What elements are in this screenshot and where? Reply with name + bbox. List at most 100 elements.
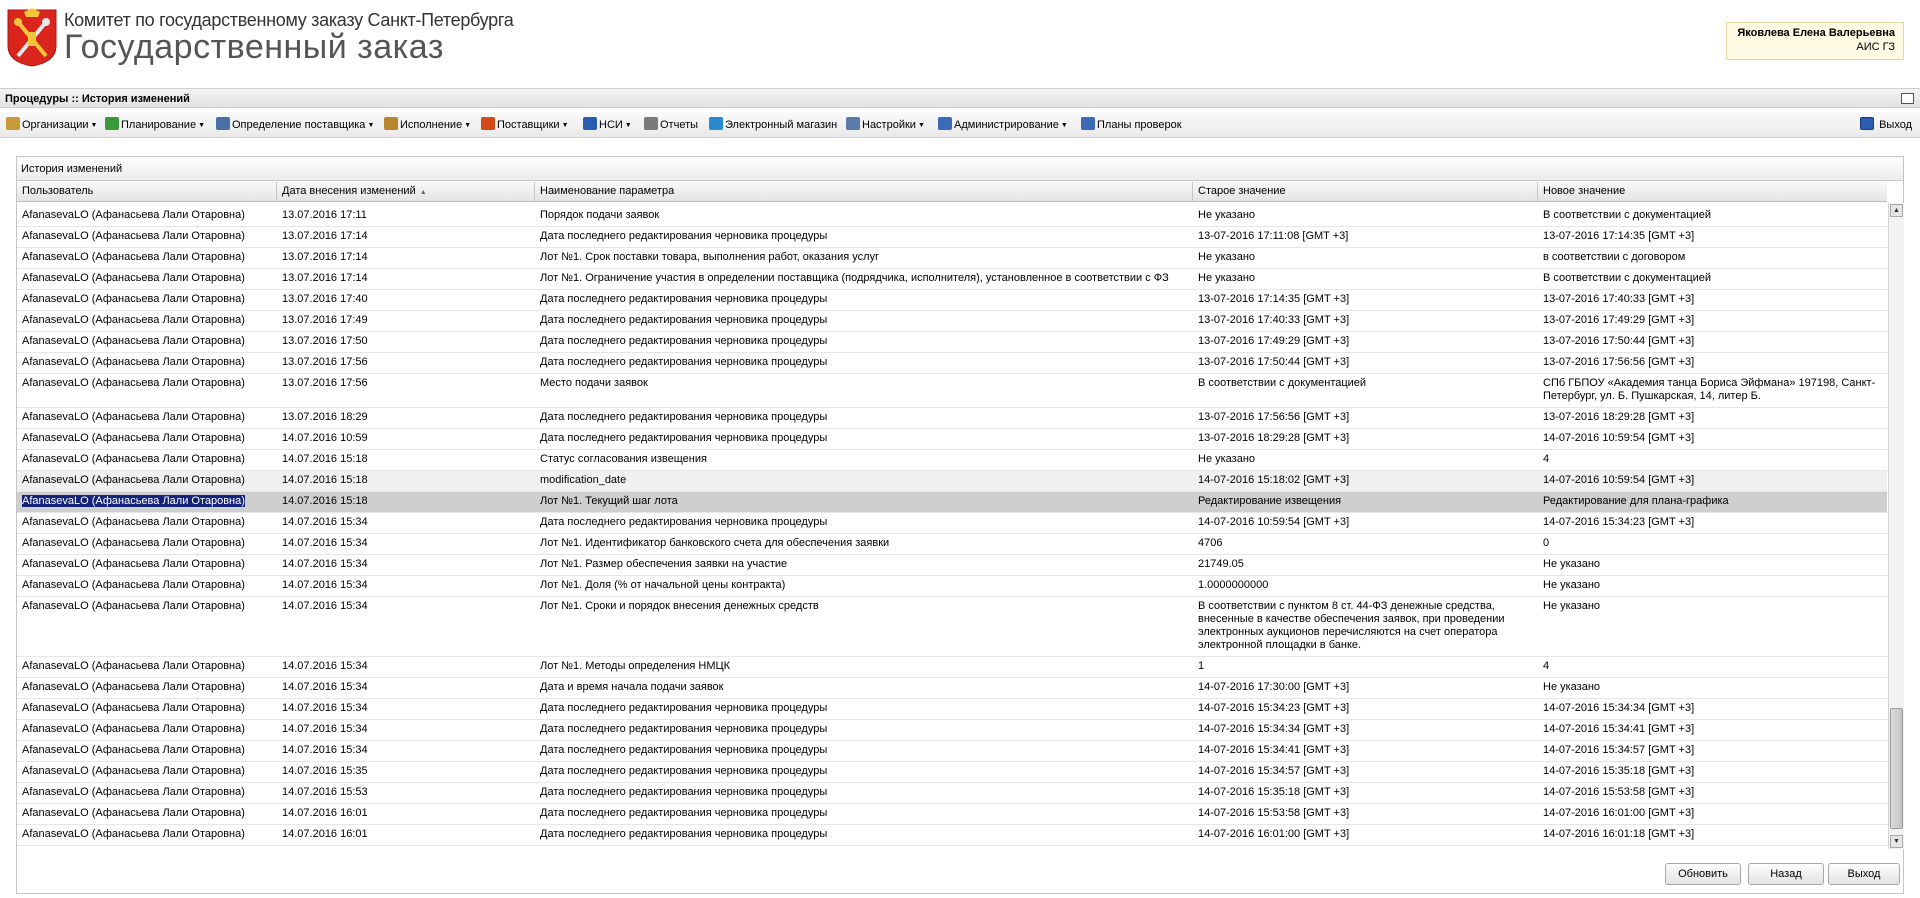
table-row[interactable]: AfanasevaLO (Афанасьева Лали Отаровна) 14…: [17, 678, 1887, 699]
cell-new-value: 4: [1543, 453, 1550, 465]
menu-item-label: Настройки: [862, 119, 916, 131]
table-row[interactable]: AfanasevaLO (Афанасьева Лали Отаровна) 13…: [17, 353, 1887, 374]
vertical-scrollbar[interactable]: ▲ ▼: [1888, 203, 1904, 849]
cell-new-value: 14-07-2016 16:01:00 [GMT +3]: [1543, 807, 1695, 819]
cell-user: AfanasevaLO (Афанасьева Лали Отаровна): [22, 786, 245, 798]
menu-item-label: Организации: [22, 119, 89, 131]
column-header-date[interactable]: Дата внесения изменений ▲: [277, 182, 535, 201]
table-row[interactable]: AfanasevaLO (Афанасьева Лали Отаровна) 14…: [17, 783, 1887, 804]
table-row[interactable]: AfanasevaLO (Афанасьева Лали Отаровна) 14…: [17, 741, 1887, 762]
table-row[interactable]: AfanasevaLO (Афанасьева Лали Отаровна) 14…: [17, 534, 1887, 555]
cell-old-value: 14-07-2016 15:34:23 [GMT +3]: [1198, 702, 1350, 714]
exit-button[interactable]: Выход: [1828, 863, 1900, 885]
cell-param: Лот №1. Сроки и порядок внесения денежны…: [540, 600, 819, 612]
table-row[interactable]: AfanasevaLO (Афанасьева Лали Отаровна) 14…: [17, 471, 1887, 492]
cell-old-value: 14-07-2016 10:59:54 [GMT +3]: [1198, 516, 1350, 528]
grid-body[interactable]: AfanasevaLO (Афанасьева Лали Отаровна) 13…: [17, 203, 1887, 849]
column-header-user[interactable]: Пользователь: [17, 182, 277, 201]
cell-param: Дата последнего редактирования черновика…: [540, 702, 828, 714]
table-row[interactable]: AfanasevaLO (Афанасьева Лали Отаровна) 14…: [17, 513, 1887, 534]
menu-item-7[interactable]: Электронный магазин: [709, 117, 837, 133]
menu-item-4[interactable]: Поставщики ▼: [481, 117, 569, 133]
scroll-up-icon[interactable]: ▲: [1890, 204, 1903, 217]
exit-menu-item[interactable]: Выход: [1860, 117, 1912, 133]
table-row[interactable]: AfanasevaLO (Афанасьева Лали Отаровна) 14…: [17, 720, 1887, 741]
refresh-button[interactable]: Обновить: [1665, 863, 1741, 885]
menu-item-1[interactable]: Планирование ▼: [105, 117, 205, 133]
cell-date: 13.07.2016 17:11: [282, 209, 367, 221]
cell-param: Лот №1. Доля (% от начальной цены контра…: [540, 579, 786, 591]
cell-date: 14.07.2016 15:34: [282, 723, 368, 735]
cell-date: 13.07.2016 17:50: [282, 335, 368, 347]
menu-item-9[interactable]: Администрирование ▼: [938, 117, 1068, 133]
cell-user: AfanasevaLO (Афанасьева Лали Отаровна): [22, 600, 245, 612]
cell-user: AfanasevaLO (Афанасьева Лали Отаровна): [22, 377, 245, 389]
table-row[interactable]: AfanasevaLO (Афанасьева Лали Отаровна) 14…: [17, 492, 1887, 513]
dropdown-arrow-icon: ▼: [198, 122, 206, 129]
cell-old-value: 13-07-2016 17:56:56 [GMT +3]: [1198, 411, 1350, 423]
table-row[interactable]: AfanasevaLO (Афанасьева Лали Отаровна) 14…: [17, 804, 1887, 825]
cell-date: 14.07.2016 16:01: [282, 828, 368, 840]
cell-new-value: В соответствии с документацией: [1543, 272, 1712, 284]
cell-new-value: 13-07-2016 17:50:44 [GMT +3]: [1543, 335, 1695, 347]
table-row[interactable]: AfanasevaLO (Афанасьева Лали Отаровна) 13…: [17, 227, 1887, 248]
table-row[interactable]: AfanasevaLO (Афанасьева Лали Отаровна) 13…: [17, 332, 1887, 353]
cell-old-value: 13-07-2016 18:29:28 [GMT +3]: [1198, 432, 1350, 444]
table-row[interactable]: AfanasevaLO (Афанасьева Лали Отаровна) 13…: [17, 408, 1887, 429]
maximize-icon[interactable]: [1901, 93, 1914, 104]
menu-item-2[interactable]: Определение поставщика ▼: [216, 117, 374, 133]
cell-date: 14.07.2016 15:34: [282, 558, 368, 570]
table-row[interactable]: AfanasevaLO (Афанасьева Лали Отаровна) 14…: [17, 450, 1887, 471]
cell-new-value: Редактирование для плана-графика: [1543, 495, 1729, 507]
cell-new-value: Не указано: [1543, 681, 1601, 693]
cell-param: Порядок подачи заявок: [540, 209, 660, 221]
menu-item-6[interactable]: Отчеты: [644, 117, 698, 133]
menu-item-10[interactable]: Планы проверок: [1081, 117, 1182, 133]
box-icon: [384, 117, 398, 130]
column-header-new[interactable]: Новое значение: [1538, 182, 1887, 201]
back-button[interactable]: Назад: [1748, 863, 1824, 885]
table-row[interactable]: AfanasevaLO (Афанасьева Лали Отаровна) 13…: [17, 269, 1887, 290]
cell-user: AfanasevaLO (Афанасьева Лали Отаровна): [22, 807, 245, 819]
table-row[interactable]: AfanasevaLO (Афанасьева Лали Отаровна) 14…: [17, 555, 1887, 576]
table-row[interactable]: AfanasevaLO (Афанасьева Лали Отаровна) 14…: [17, 699, 1887, 720]
table-row[interactable]: AfanasevaLO (Афанасьева Лали Отаровна) 14…: [17, 597, 1887, 657]
cell-new-value: 14-07-2016 10:59:54 [GMT +3]: [1543, 474, 1695, 486]
selected-text: AfanasevaLO (Афанасьева Лали Отаровна): [22, 495, 245, 507]
cell-user: AfanasevaLO (Афанасьева Лали Отаровна): [22, 681, 245, 693]
panel-title: История изменений: [17, 157, 1903, 181]
cell-date: 13.07.2016 17:14: [282, 251, 368, 263]
table-row[interactable]: AfanasevaLO (Афанасьева Лали Отаровна) 14…: [17, 657, 1887, 678]
table-row[interactable]: AfanasevaLO (Афанасьева Лали Отаровна) 14…: [17, 429, 1887, 450]
cell-old-value: 21749.05: [1198, 558, 1244, 570]
cell-old-value: 14-07-2016 15:34:34 [GMT +3]: [1198, 723, 1350, 735]
table-row[interactable]: AfanasevaLO (Афанасьева Лали Отаровна) 14…: [17, 762, 1887, 783]
grid-header: Пользователь Дата внесения изменений ▲ На…: [17, 182, 1887, 202]
table-row[interactable]: AfanasevaLO (Афанасьева Лали Отаровна) 13…: [17, 290, 1887, 311]
scroll-down-icon[interactable]: ▼: [1890, 835, 1903, 848]
table-row[interactable]: AfanasevaLO (Афанасьева Лали Отаровна) 14…: [17, 825, 1887, 846]
menu-item-3[interactable]: Исполнение ▼: [384, 117, 471, 133]
cell-new-value: 14-07-2016 15:34:57 [GMT +3]: [1543, 744, 1695, 756]
scroll-thumb[interactable]: [1890, 708, 1903, 829]
column-header-old[interactable]: Старое значение: [1193, 182, 1538, 201]
table-row[interactable]: AfanasevaLO (Афанасьева Лали Отаровна) 13…: [17, 311, 1887, 332]
cell-user: AfanasevaLO (Афанасьева Лали Отаровна): [22, 314, 245, 326]
cell-user: AfanasevaLO (Афанасьева Лали Отаровна): [22, 660, 245, 672]
menu-item-8[interactable]: Настройки ▼: [846, 117, 925, 133]
table-row[interactable]: AfanasevaLO (Афанасьева Лали Отаровна) 13…: [17, 248, 1887, 269]
table-row[interactable]: AfanasevaLO (Афанасьева Лали Отаровна) 14…: [17, 576, 1887, 597]
cell-new-value: 14-07-2016 15:35:18 [GMT +3]: [1543, 765, 1695, 777]
clock-icon: [481, 117, 495, 130]
menu-item-0[interactable]: Организации ▼: [6, 117, 97, 133]
exit-icon: [1860, 117, 1875, 130]
cell-old-value: 13-07-2016 17:50:44 [GMT +3]: [1198, 356, 1350, 368]
cell-date: 13.07.2016 17:49: [282, 314, 368, 326]
cell-old-value: Не указано: [1198, 209, 1256, 221]
table-row[interactable]: AfanasevaLO (Афанасьева Лали Отаровна) 13…: [17, 206, 1887, 227]
menu-item-5[interactable]: НСИ ▼: [583, 117, 632, 133]
history-panel: История изменений Пользователь Дата внес…: [16, 156, 1904, 894]
table-row[interactable]: AfanasevaLO (Афанасьева Лали Отаровна) 13…: [17, 374, 1887, 408]
cart-icon: [709, 117, 723, 130]
column-header-param[interactable]: Наименование параметра: [535, 182, 1193, 201]
